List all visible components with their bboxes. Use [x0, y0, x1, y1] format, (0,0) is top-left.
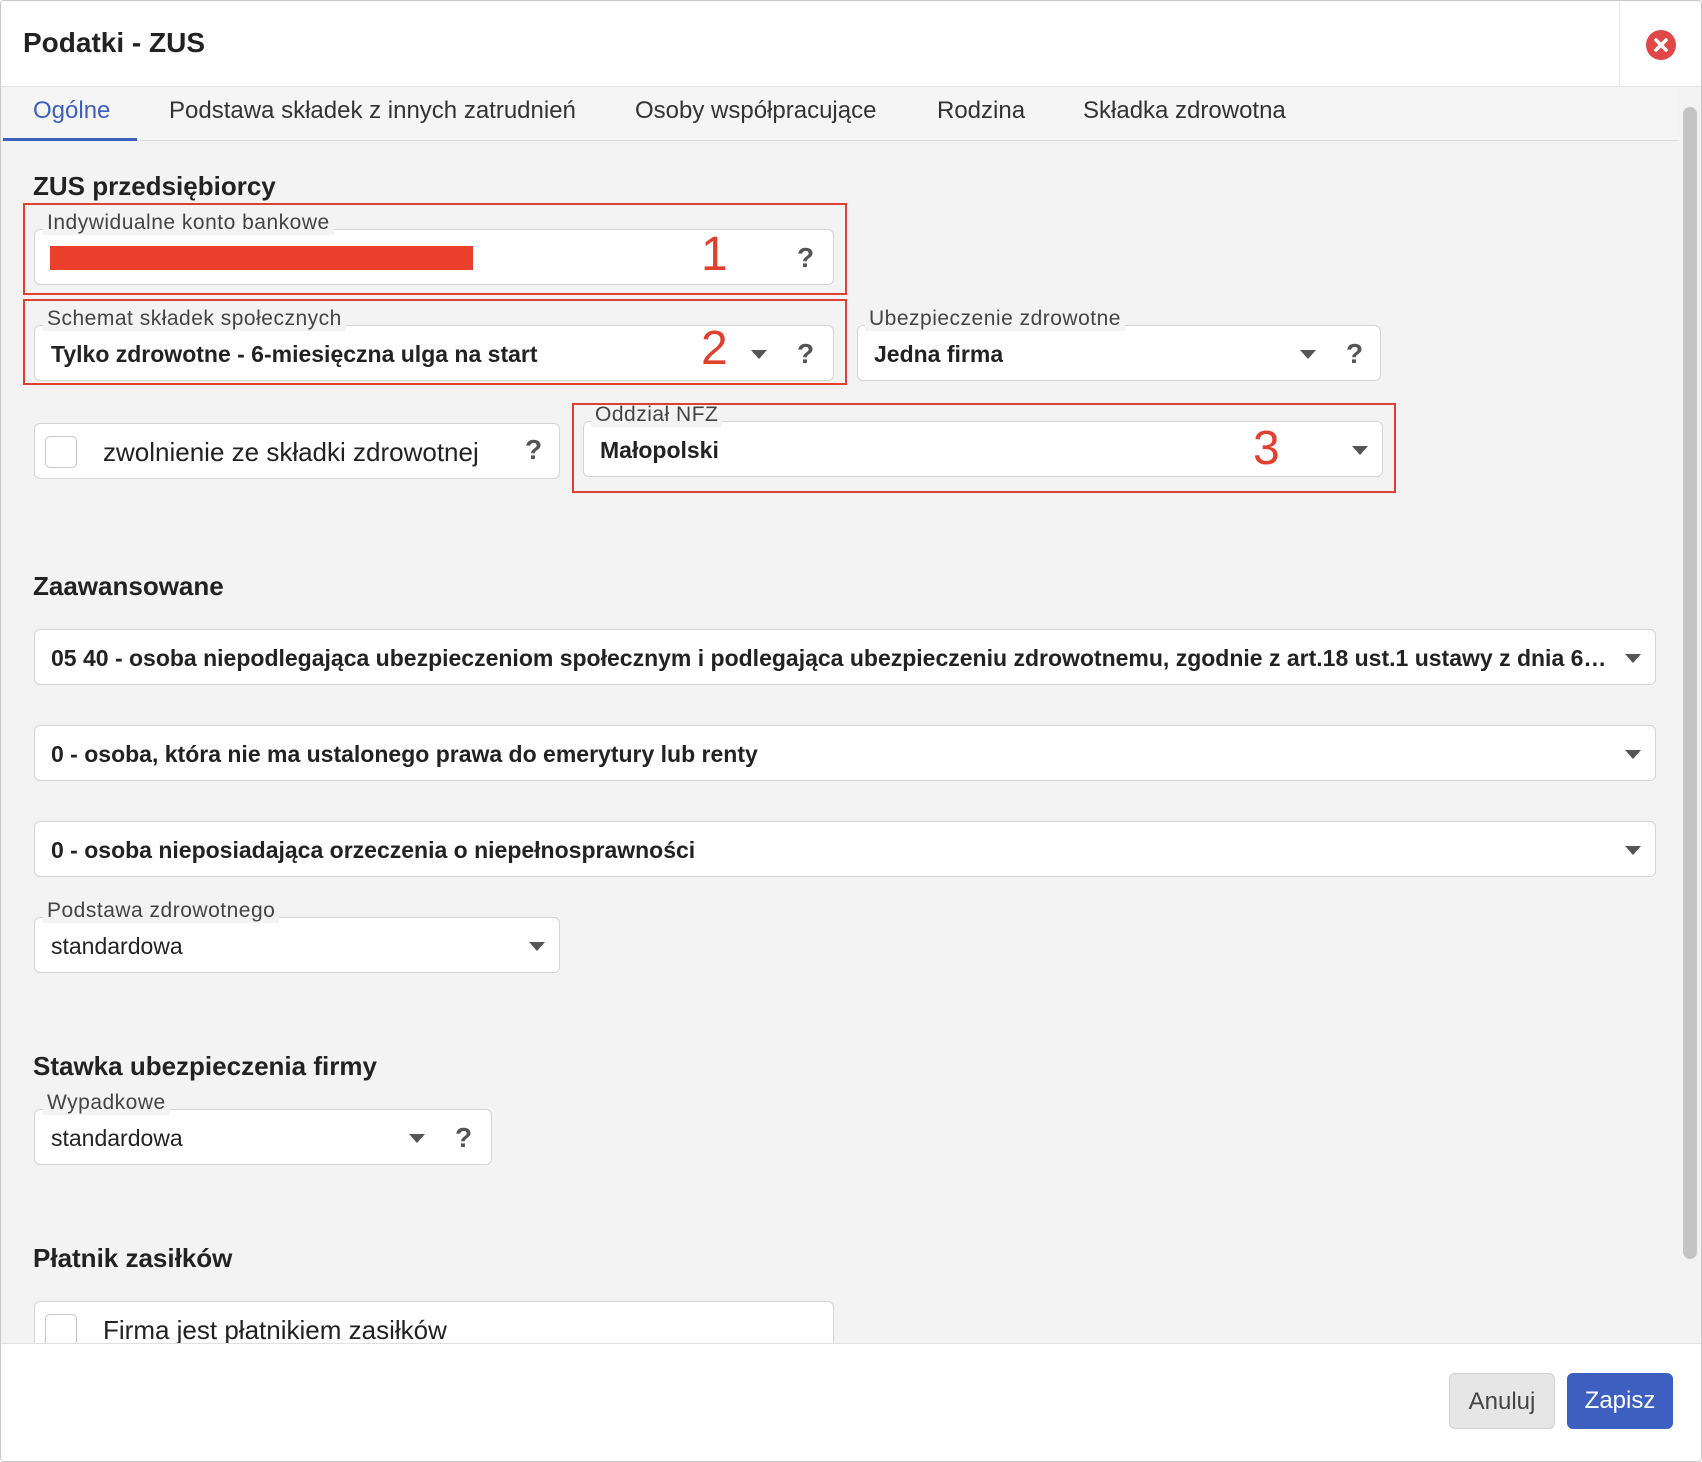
scrollbar-thumb[interactable]: [1683, 107, 1697, 1259]
pension-right-select[interactable]: 0 - osoba, która nie ma ustalonego prawa…: [34, 725, 1656, 781]
form-content: ZUS przedsiębiorcy ? Indywidualne konto …: [1, 141, 1681, 1343]
vertical-scrollbar[interactable]: [1679, 87, 1701, 1343]
close-icon: [1654, 38, 1668, 52]
tab-ogolne[interactable]: Ogólne: [3, 87, 137, 141]
section-title-advanced: Zaawansowane: [33, 571, 224, 601]
chevron-down-icon: [1625, 750, 1641, 759]
exemption-label: zwolnienie ze składki zdrowotnej: [103, 437, 479, 467]
tab-osoby-wspolpracujace[interactable]: Osoby współpracujące: [635, 87, 876, 141]
chevron-down-icon: [1625, 654, 1641, 663]
tab-bar: Ogólne Podstawa składek z innych zatrudn…: [1, 87, 1681, 141]
close-area: [1619, 1, 1701, 87]
tab-podstawa-skladek[interactable]: Podstawa składek z innych zatrudnień: [169, 87, 576, 141]
tab-skladka-zdrowotna[interactable]: Składka zdrowotna: [1083, 87, 1286, 141]
accident-rate-value: standardowa: [51, 1125, 183, 1151]
health-insurance-value: Jedna firma: [874, 341, 1004, 367]
section-title-zus: ZUS przedsiębiorcy: [33, 171, 276, 201]
help-icon[interactable]: ?: [525, 434, 542, 466]
exemption-checkbox[interactable]: [45, 436, 77, 468]
annotation-number-1: 1: [701, 228, 728, 281]
accident-rate-label: Wypadkowe: [43, 1091, 170, 1115]
tab-rodzina[interactable]: Rodzina: [937, 87, 1025, 141]
health-insurance-label: Ubezpieczenie zdrowotne: [865, 307, 1125, 331]
section-title-company-rate: Stawka ubezpieczenia firmy: [33, 1051, 377, 1081]
cancel-button[interactable]: Anuluj: [1449, 1373, 1555, 1429]
disability-select[interactable]: 0 - osoba nieposiadająca orzeczenia o ni…: [34, 821, 1656, 877]
insurance-code-value: 05 40 - osoba niepodlegająca ubezpieczen…: [51, 645, 1611, 671]
dialog-title: Podatki - ZUS: [23, 27, 206, 58]
zus-dialog: Podatki - ZUS Ogólne Podstawa składek z …: [0, 0, 1702, 1462]
health-basis-select[interactable]: standardowa: [34, 917, 560, 973]
help-icon[interactable]: ?: [1346, 338, 1363, 370]
accident-rate-select[interactable]: standardowa ?: [34, 1109, 492, 1165]
health-basis-label: Podstawa zdrowotnego: [43, 899, 280, 923]
insurance-code-select[interactable]: 05 40 - osoba niepodlegająca ubezpieczen…: [34, 629, 1656, 685]
benefit-payer-label: Firma jest płatnikiem zasiłków: [103, 1315, 447, 1343]
exemption-container: zwolnienie ze składki zdrowotnej ?: [34, 423, 560, 479]
dialog-header: Podatki - ZUS: [1, 1, 1701, 87]
help-icon[interactable]: ?: [455, 1122, 472, 1154]
chevron-down-icon: [1625, 846, 1641, 855]
close-button[interactable]: [1646, 30, 1676, 60]
health-basis-value: standardowa: [51, 933, 183, 959]
pension-right-value: 0 - osoba, która nie ma ustalonego prawa…: [51, 741, 758, 767]
save-button[interactable]: Zapisz: [1567, 1373, 1673, 1429]
benefit-payer-checkbox[interactable]: [45, 1314, 77, 1343]
health-insurance-select[interactable]: Jedna firma ?: [857, 325, 1381, 381]
chevron-down-icon: [529, 942, 545, 951]
chevron-down-icon: [1300, 350, 1316, 359]
section-title-benefit-payer: Płatnik zasiłków: [33, 1243, 233, 1273]
benefit-payer-container: Firma jest płatnikiem zasiłków: [34, 1301, 834, 1343]
disability-value: 0 - osoba nieposiadająca orzeczenia o ni…: [51, 837, 696, 863]
dialog-footer: Anuluj Zapisz: [1, 1343, 1701, 1461]
annotation-number-3: 3: [1253, 422, 1280, 475]
chevron-down-icon: [409, 1134, 425, 1143]
annotation-number-2: 2: [701, 322, 728, 375]
